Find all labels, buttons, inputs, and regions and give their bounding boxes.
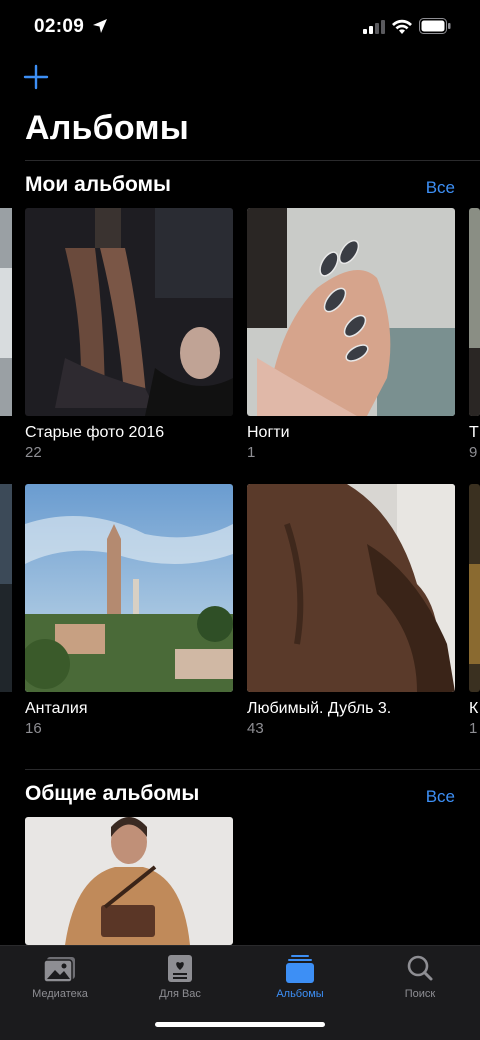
album-name: К: [469, 700, 479, 717]
status-time: 02:09: [34, 16, 85, 37]
album-thumbnail: [469, 208, 480, 416]
tab-albums[interactable]: Альбомы: [240, 946, 360, 1016]
album-thumb-partial-left[interactable]: [0, 208, 12, 416]
albums-icon: [286, 955, 314, 983]
tab-label: Поиск: [404, 988, 436, 1000]
album-count: 16: [25, 720, 42, 737]
album-name: Т: [469, 424, 479, 441]
album-thumbnail: [469, 484, 480, 692]
page-title: Альбомы: [25, 109, 189, 147]
tab-label: Медиатека: [32, 988, 88, 1000]
album-thumbnail: [25, 208, 233, 416]
album-card-partial-right[interactable]: Т 9: [469, 208, 480, 461]
album-card[interactable]: Любимый. Дубль 3. 43: [247, 484, 455, 737]
tab-for-you[interactable]: Для Вас: [120, 946, 240, 1016]
album-card[interactable]: Анталия 16: [25, 484, 233, 737]
add-album-button[interactable]: [22, 63, 50, 91]
album-thumbnail: [25, 484, 233, 692]
tab-library[interactable]: Медиатека: [0, 946, 120, 1016]
status-bar: 02:09: [0, 0, 480, 54]
home-indicator: [155, 1022, 325, 1027]
for-you-icon: [168, 955, 192, 982]
album-card[interactable]: Старые фото 2016 22: [25, 208, 233, 461]
battery-icon: [419, 18, 451, 34]
album-count: 1: [247, 444, 256, 461]
album-name: Анталия: [25, 700, 88, 717]
album-count: 1: [469, 720, 478, 737]
tab-label: Альбомы: [276, 988, 324, 1000]
album-count: 9: [469, 444, 478, 461]
wifi-icon: [392, 19, 412, 34]
tab-label: Для Вас: [159, 988, 201, 1000]
divider: [25, 769, 480, 770]
see-all-shared-albums-link[interactable]: Все: [426, 787, 455, 807]
see-all-my-albums-link[interactable]: Все: [426, 178, 455, 198]
album-thumbnail: [25, 817, 233, 945]
divider: [25, 160, 480, 161]
cellular-signal-icon: [363, 20, 385, 34]
album-thumbnail: [247, 484, 455, 692]
section-title-my-albums: Мои альбомы: [25, 173, 171, 196]
album-name: Ногти: [247, 424, 290, 441]
album-count: 43: [247, 720, 264, 737]
photo-library-icon: [43, 957, 75, 983]
location-arrow-icon: [93, 19, 107, 33]
album-card-partial-right[interactable]: К 1: [469, 484, 480, 737]
section-title-shared-albums: Общие альбомы: [25, 782, 200, 805]
shared-album-card[interactable]: [25, 817, 233, 945]
tab-search[interactable]: Поиск: [360, 946, 480, 1016]
album-count: 22: [25, 444, 42, 461]
album-card[interactable]: Ногти 1: [247, 208, 455, 461]
search-icon: [407, 955, 433, 981]
album-name: Старые фото 2016: [25, 424, 165, 441]
album-thumb-partial-left[interactable]: [0, 484, 12, 692]
album-name: Любимый. Дубль 3.: [247, 700, 392, 717]
album-thumbnail: [247, 208, 455, 416]
